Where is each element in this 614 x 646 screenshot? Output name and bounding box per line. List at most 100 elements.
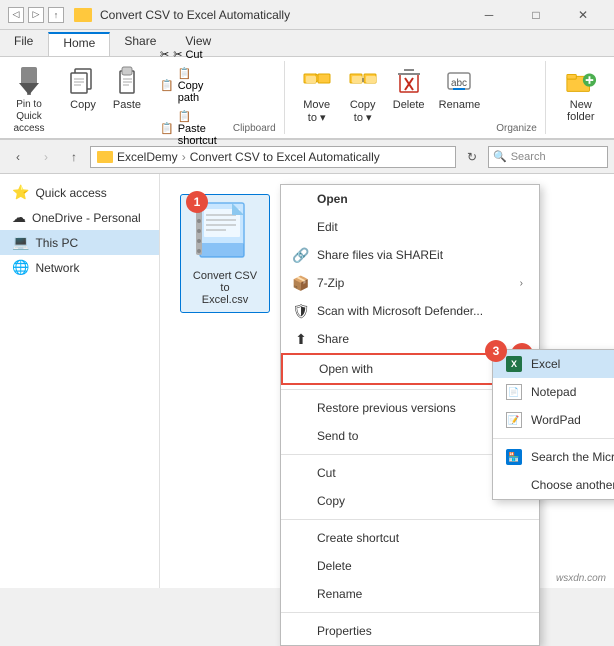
tab-home[interactable]: Home	[48, 32, 110, 56]
pin-to-quick-access-button[interactable]: Pin to Quickaccess	[8, 61, 50, 134]
copy-icon	[67, 65, 99, 97]
new-item-button[interactable]: 📄 📄 New item ▾	[608, 49, 614, 91]
organize-label: Organize	[496, 119, 537, 134]
sidebar-item-quick-access[interactable]: ⭐ Quick access	[0, 180, 159, 205]
ctx-open-label: Open	[317, 192, 348, 206]
path-folder-icon	[97, 151, 113, 163]
file-area: 1	[160, 174, 614, 588]
move-to-button[interactable]: Moveto ▾	[295, 61, 339, 134]
quick-access-label: Quick access	[35, 186, 106, 200]
easy-access-button[interactable]: ⚡ ⚡ Easy access ▾	[608, 93, 614, 147]
ctx-rename[interactable]: Rename	[281, 580, 539, 608]
minimize-button[interactable]: ─	[466, 0, 512, 30]
sub-excel-label: Excel	[531, 357, 560, 371]
excel-app-icon: X	[505, 355, 523, 373]
ctx-properties[interactable]: Properties	[281, 617, 539, 645]
sub-notepad-label: Notepad	[531, 385, 576, 399]
ctx-restore-label: Restore previous versions	[317, 401, 456, 415]
sub-choose-app[interactable]: Choose another app	[493, 471, 614, 499]
sidebar: ⭐ Quick access ☁ OneDrive - Personal 💻 T…	[0, 174, 160, 588]
back-button[interactable]: ‹	[6, 145, 30, 169]
ribbon-tabs: File Home Share View	[0, 30, 614, 56]
rename-label: Rename	[439, 99, 481, 111]
title-bar-icon-up[interactable]: ↑	[48, 7, 64, 23]
sidebar-item-onedrive[interactable]: ☁ OneDrive - Personal	[0, 205, 159, 230]
notepad-app-icon: 📄	[505, 383, 523, 401]
search-icon: 🔍	[493, 150, 507, 163]
copy-path-label: 📋 Copy path	[178, 67, 217, 104]
wordpad-app-icon: 📝	[505, 411, 523, 429]
move-to-label: Moveto ▾	[303, 99, 330, 124]
ctx-share-label: Share	[317, 332, 349, 346]
sidebar-item-network[interactable]: 🌐 Network	[0, 255, 159, 280]
refresh-button[interactable]: ↻	[460, 145, 484, 169]
cut-button[interactable]: ✂ ✂ Cut	[154, 46, 223, 63]
ctx-delete[interactable]: Delete	[281, 552, 539, 580]
this-pc-icon: 💻	[12, 234, 29, 251]
ctx-scan-defender[interactable]: 🛡 Scan with Microsoft Defender...	[281, 297, 539, 325]
onedrive-icon: ☁	[12, 209, 26, 226]
ctx-shortcut-label: Create shortcut	[317, 531, 399, 545]
ctx-7zip-label: 7-Zip	[317, 276, 344, 290]
share-shareit-icon: 🔗	[293, 247, 309, 263]
new-folder-button[interactable]: Newfolder	[556, 61, 606, 134]
path-part-1: ExcelDemy	[117, 150, 178, 164]
ctx-7zip[interactable]: 📦 7-Zip ›	[281, 269, 539, 297]
sub-excel[interactable]: 3 X Excel	[493, 350, 614, 378]
up-button[interactable]: ↑	[62, 145, 86, 169]
sub-choose-app-label: Choose another app	[531, 478, 614, 492]
sub-search-store[interactable]: 🏪 Search the Microsoft Store	[493, 443, 614, 471]
paste-label: Paste	[113, 99, 141, 111]
maximize-button[interactable]: □	[513, 0, 559, 30]
share-icon: ⬆	[293, 331, 309, 347]
title-bar-icon-back[interactable]: ◁	[8, 7, 24, 23]
scan-icon: 🛡	[293, 303, 309, 319]
address-path[interactable]: ExcelDemy › Convert CSV to Excel Automat…	[90, 146, 456, 168]
open-icon	[293, 191, 309, 207]
ctx-scan-label: Scan with Microsoft Defender...	[317, 304, 483, 318]
sub-sep-1	[493, 438, 614, 439]
ctx-open-with-label: Open with	[319, 362, 373, 376]
paste-shortcut-button[interactable]: 📋 📋 Paste shortcut	[154, 108, 223, 149]
main-area: ⭐ Quick access ☁ OneDrive - Personal 💻 T…	[0, 174, 614, 588]
store-app-icon: 🏪	[505, 448, 523, 466]
rename-ctx-icon	[293, 586, 309, 602]
ctx-delete-label: Delete	[317, 559, 352, 573]
7zip-icon: 📦	[293, 275, 309, 291]
csv-file-item[interactable]: 1	[180, 194, 270, 313]
ctx-edit-label: Edit	[317, 220, 338, 234]
window-title: Convert CSV to Excel Automatically	[100, 8, 290, 22]
paste-shortcut-icon: 📋	[160, 122, 174, 135]
sidebar-item-this-pc[interactable]: 💻 This PC	[0, 230, 159, 255]
edit-icon	[293, 219, 309, 235]
tab-file[interactable]: File	[0, 30, 48, 56]
ctx-edit[interactable]: Edit	[281, 213, 539, 241]
close-button[interactable]: ✕	[560, 0, 606, 30]
delete-icon	[393, 65, 425, 97]
forward-button[interactable]: ›	[34, 145, 58, 169]
sub-notepad[interactable]: 📄 Notepad	[493, 378, 614, 406]
delete-button[interactable]: Delete	[387, 61, 431, 134]
sub-search-store-label: Search the Microsoft Store	[531, 450, 614, 464]
ctx-send-to-label: Send to	[317, 429, 358, 443]
search-box[interactable]: 🔍 Search	[488, 146, 608, 168]
ctx-create-shortcut[interactable]: Create shortcut	[281, 524, 539, 552]
paste-shortcut-label: 📋 Paste shortcut	[178, 110, 217, 147]
sub-wordpad[interactable]: 📝 WordPad	[493, 406, 614, 434]
ctx-share-shareit[interactable]: 🔗 Share files via SHAREit	[281, 241, 539, 269]
copy-button[interactable]: Copy	[62, 61, 104, 134]
copy-path-button[interactable]: 📋 📋 Copy path	[154, 65, 223, 106]
open-with-icon	[295, 361, 311, 377]
rename-button[interactable]: abc Rename	[433, 61, 487, 134]
title-bar-icon-forward[interactable]: ▷	[28, 7, 44, 23]
csv-file-icon-wrapper: 1	[196, 201, 254, 266]
cut-label: ✂ Cut	[173, 48, 202, 61]
ctx-cut-label: Cut	[317, 466, 336, 480]
title-bar: ◁ ▷ ↑ Convert CSV to Excel Automatically…	[0, 0, 614, 30]
network-label: Network	[35, 261, 79, 275]
cut-ctx-icon	[293, 465, 309, 481]
paste-button[interactable]: Paste	[106, 61, 148, 134]
ctx-open[interactable]: Open	[281, 185, 539, 213]
network-icon: 🌐	[12, 259, 29, 276]
copy-to-button[interactable]: Copyto ▾	[341, 61, 385, 134]
